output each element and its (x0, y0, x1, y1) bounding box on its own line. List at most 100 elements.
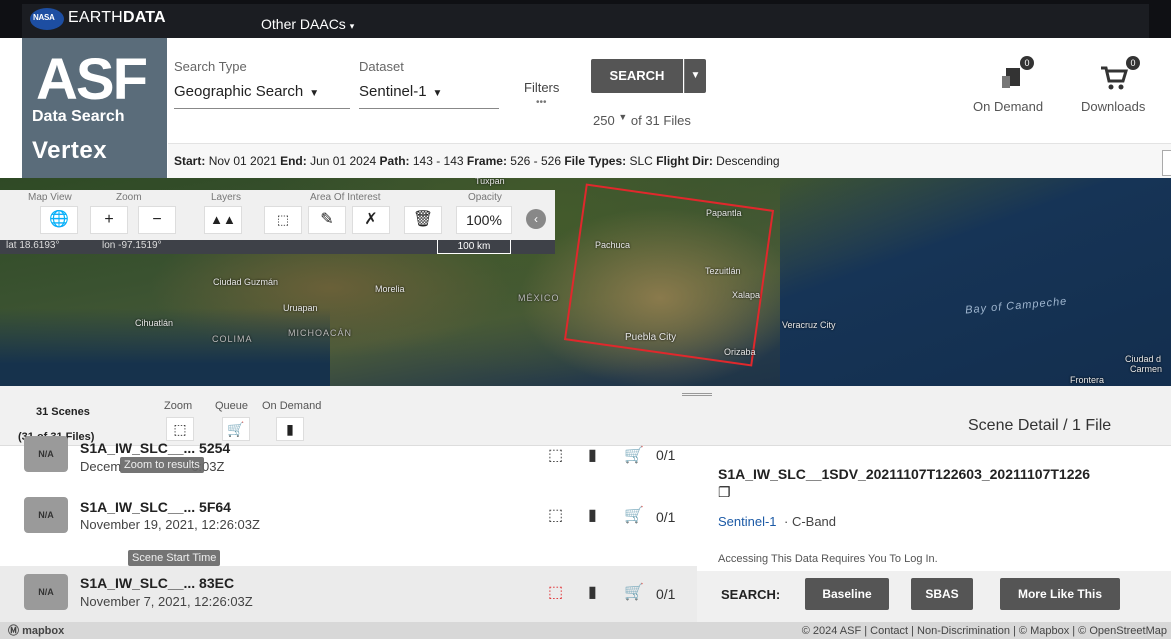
on-demand-column-label: On Demand (262, 400, 322, 412)
add-to-cart-icon[interactable]: 🛒 (624, 505, 644, 525)
dataset-link[interactable]: Sentinel-1 (718, 514, 777, 529)
search-type-label: Search Type (174, 59, 247, 74)
place-label: COLIMA (212, 334, 253, 344)
place-label: Cihuatlán (135, 318, 174, 328)
login-notice: Accessing This Data Requires You To Log … (718, 553, 938, 565)
scene-detail-header: Scene Detail / 1 File (968, 417, 1112, 434)
gulf-water (780, 178, 1171, 386)
downloads-cart-icon[interactable] (1100, 62, 1130, 92)
data-search-text: Data Search (32, 108, 125, 125)
footer-links[interactable]: © 2024 ASF | Contact | Non-Discriminatio… (802, 625, 1167, 637)
place-label: MICHOACÁN (288, 328, 353, 338)
thumbnail-na: N/A (24, 574, 68, 610)
place-label: Ciudad d (1125, 354, 1162, 364)
tooltip: Scene Start Time (128, 550, 221, 566)
params-edge-control[interactable] (1162, 150, 1171, 176)
scene-title[interactable]: S1A_IW_SLC__... 5254 (80, 440, 230, 456)
place-label: Puebla City (625, 332, 677, 343)
place-label: Veracruz City (782, 320, 836, 330)
add-to-cart-icon[interactable]: 🛒 (624, 582, 644, 602)
downloads-label[interactable]: Downloads (1081, 99, 1145, 114)
zoom-out-button[interactable]: − (138, 206, 176, 234)
map-view-label: Map View (28, 192, 72, 203)
max-results[interactable]: 250 ▼ of 31 Files (593, 112, 691, 128)
filters-more-icon[interactable]: ••• (536, 97, 547, 108)
place-label: Tezuitlán (705, 266, 741, 276)
thumbnail-na: N/A (24, 497, 68, 533)
aoi-box-icon[interactable]: ⬚ (264, 206, 302, 234)
dataset-select[interactable]: Sentinel-1 ▼ (359, 83, 442, 100)
scene-title[interactable]: S1A_IW_SLC__... 5F64 (80, 499, 231, 515)
earthdata-bar (22, 4, 1149, 38)
zoom-to-scene-icon[interactable]: ⬚ (548, 445, 563, 465)
queue-all-cart-icon[interactable]: 🛒 (222, 417, 250, 441)
file-count: 0/1 (656, 586, 676, 602)
trash-icon[interactable]: 🗑 (404, 206, 442, 234)
other-daacs-menu[interactable]: Other DAACs ▾ (261, 16, 354, 32)
search-params-summary[interactable]: Start: Nov 01 2021 End: Jun 01 2024 Path… (174, 154, 780, 168)
scene-date: November 7, 2021, 12:26:03Z (80, 594, 253, 609)
add-to-cart-icon[interactable]: 🛒 (624, 445, 644, 465)
thumbnail-na: N/A (24, 436, 68, 472)
copy-icon[interactable]: ❐ (718, 484, 731, 501)
place-label: Uruapan (283, 303, 318, 313)
zoom-in-button[interactable]: + (90, 206, 128, 234)
baseline-button[interactable]: Baseline (805, 578, 889, 610)
scenes-count: 31 Scenes (36, 406, 90, 418)
downloads-count-badge: 0 (1126, 56, 1140, 70)
zoom-to-scene-icon[interactable]: ⬚ (548, 505, 563, 525)
place-label: Xalapa (732, 290, 761, 300)
sbas-button[interactable]: SBAS (911, 578, 973, 610)
on-demand-scene-icon[interactable]: ▮ (588, 582, 597, 602)
scene-date: November 19, 2021, 12:26:03Z (80, 517, 260, 532)
search-actions-label: SEARCH: (721, 587, 781, 602)
search-type-select[interactable]: Geographic Search ▼ (174, 83, 319, 100)
on-demand-count-badge: 0 (1020, 56, 1034, 70)
collapse-toolbar-icon[interactable]: ‹ (526, 209, 546, 229)
zoom-to-results-button[interactable]: ⬚ (166, 417, 194, 441)
asf-logo-text: ASF (36, 47, 148, 112)
draw-pencil-icon[interactable]: ✎ (308, 206, 346, 234)
dataset-label: Dataset (359, 59, 404, 74)
clear-draw-icon[interactable]: ✗ (352, 206, 390, 234)
opacity-label: Opacity (468, 192, 502, 203)
place-label: Morelia (375, 284, 405, 294)
opacity-select[interactable]: 100% (456, 206, 512, 234)
filters-button[interactable]: Filters (524, 80, 559, 95)
map-scale-bar: 100 km (437, 240, 511, 254)
on-demand-scene-icon[interactable]: ▮ (588, 445, 597, 465)
aoi-label: Area Of Interest (310, 192, 381, 203)
place-label: Ciudad Guzmán (213, 277, 279, 287)
on-demand-scene-icon[interactable]: ▮ (588, 505, 597, 525)
queue-column-label: Queue (215, 400, 249, 412)
zoom-label: Zoom (116, 192, 142, 203)
band-label: · C-Band (784, 514, 837, 529)
search-button[interactable]: SEARCH (591, 59, 683, 93)
place-label: Frontera (1070, 375, 1105, 385)
mapbox-logo[interactable]: Ⓜ mapbox (8, 622, 64, 638)
tooltip: Zoom to results (120, 457, 204, 473)
on-demand-all-icon[interactable]: ▮ (276, 417, 304, 441)
more-like-this-button[interactable]: More Like This (1000, 578, 1120, 610)
nasa-logo[interactable]: NASA (30, 8, 64, 30)
search-dropdown-button[interactable]: ▼ (684, 59, 706, 93)
place-label: Tuxpan (475, 178, 505, 186)
zoom-to-scene-icon[interactable]: ⬚ (548, 582, 563, 602)
layers-mountain-icon[interactable]: ▲▲ (204, 206, 242, 234)
earthdata-link[interactable]: EARTHDATA (68, 9, 166, 27)
place-label: Carmen (1130, 364, 1163, 374)
zoom-column-label: Zoom (164, 400, 193, 412)
resize-handle[interactable] (682, 393, 712, 396)
globe-icon[interactable]: 🌐 (40, 206, 78, 234)
file-count: 0/1 (656, 447, 676, 463)
place-label: Pachuca (595, 240, 631, 250)
latitude-readout: lat 18.6193° (6, 240, 60, 251)
place-label: Orizaba (724, 347, 756, 357)
vertex-text: Vertex (32, 137, 108, 164)
place-label: MÉXICO (518, 293, 560, 303)
on-demand-label[interactable]: On Demand (973, 99, 1043, 114)
layers-label: Layers (211, 192, 242, 203)
longitude-readout: lon -97.1519° (102, 240, 162, 251)
place-label: Papantla (706, 208, 742, 218)
scene-title[interactable]: S1A_IW_SLC__... 83EC (80, 575, 234, 591)
